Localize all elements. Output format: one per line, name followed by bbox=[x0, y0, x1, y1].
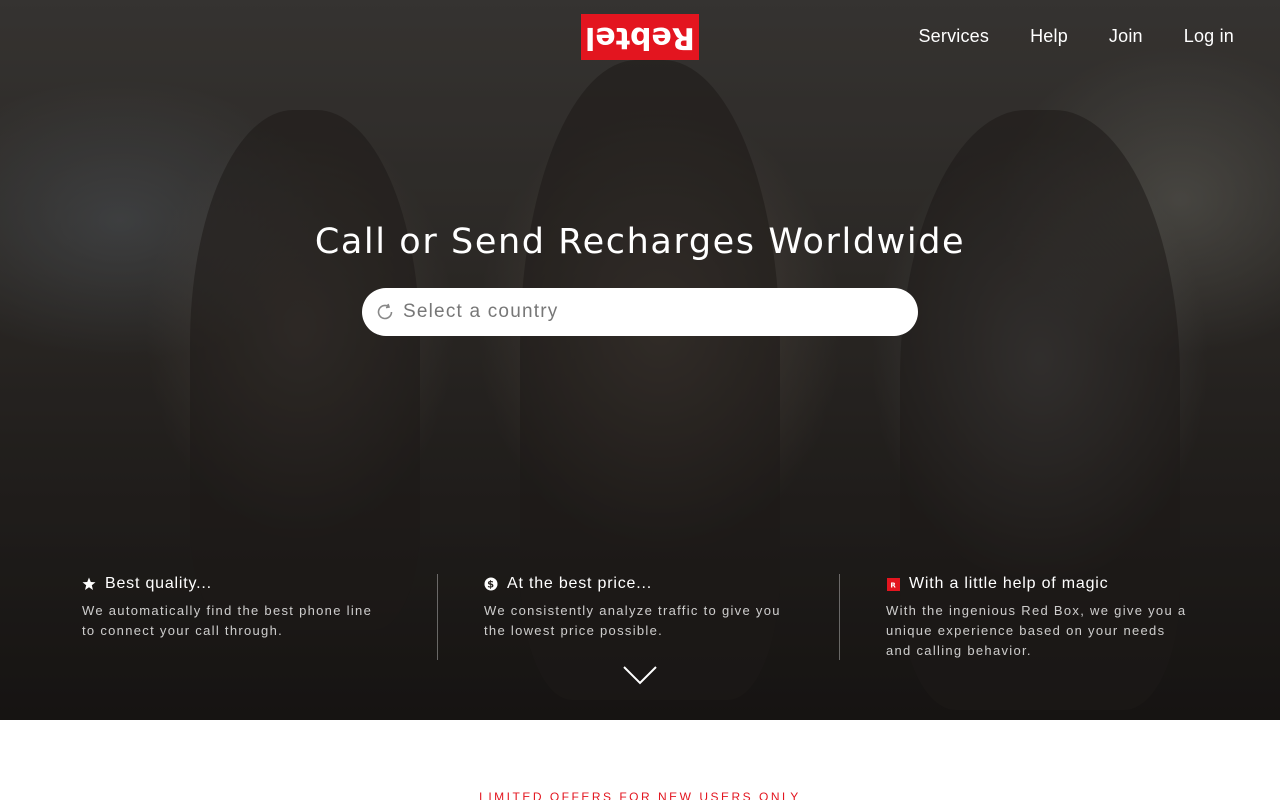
logo-wordmark: Rebtel bbox=[585, 20, 695, 55]
main-nav: Services Help Join Log in bbox=[877, 24, 1234, 48]
feature-magic-desc-line: With the ingenious Red Box, we give you … bbox=[886, 603, 1187, 618]
feature-price-title: At the best price... bbox=[507, 575, 652, 592]
feature-price-desc-line: We consistently analyze traffic to give … bbox=[484, 603, 781, 618]
rebtel-logo[interactable]: Rebtel bbox=[581, 14, 699, 60]
nav-join-link[interactable]: Join bbox=[1109, 24, 1143, 48]
offers-section-label: LIMITED OFFERS FOR NEW USERS ONLY bbox=[479, 790, 801, 800]
feature-magic: R With a little help of magic With the i… bbox=[886, 574, 1216, 661]
feature-magic-desc-line: and calling behavior. bbox=[886, 643, 1032, 658]
nav-help-link[interactable]: Help bbox=[1030, 24, 1068, 48]
hero-headline: Call or Send Recharges Worldwide bbox=[314, 222, 966, 262]
nav-login-link[interactable]: Log in bbox=[1184, 24, 1234, 48]
feature-quality-desc-line: We automatically find the best phone lin… bbox=[82, 603, 373, 618]
feature-price: $ At the best price... We consistently a… bbox=[484, 574, 804, 641]
feature-magic-desc-line: unique experience based on your needs bbox=[886, 623, 1166, 638]
chevron-down-icon[interactable] bbox=[622, 664, 658, 686]
svg-text:R: R bbox=[890, 581, 896, 589]
svg-text:$: $ bbox=[487, 580, 495, 591]
country-select-placeholder: Select a country bbox=[403, 301, 559, 322]
dollar-icon: $ bbox=[484, 577, 498, 591]
red-box-icon: R bbox=[886, 577, 900, 591]
feature-quality-desc-line: to connect your call through. bbox=[82, 623, 284, 638]
loading-spinner-icon bbox=[375, 302, 395, 322]
feature-quality-title: Best quality... bbox=[105, 575, 212, 592]
feature-quality: Best quality... We automatically find th… bbox=[82, 574, 402, 641]
hero-section: Rebtel Services Help Join Log in Call or… bbox=[0, 0, 1280, 720]
country-select[interactable]: Select a country bbox=[362, 288, 918, 336]
nav-services-link[interactable]: Services bbox=[918, 24, 989, 48]
feature-divider bbox=[437, 574, 438, 660]
feature-divider bbox=[839, 574, 840, 660]
feature-magic-title: With a little help of magic bbox=[909, 575, 1109, 592]
feature-price-desc-line: the lowest price possible. bbox=[484, 623, 664, 638]
star-icon bbox=[82, 577, 96, 591]
